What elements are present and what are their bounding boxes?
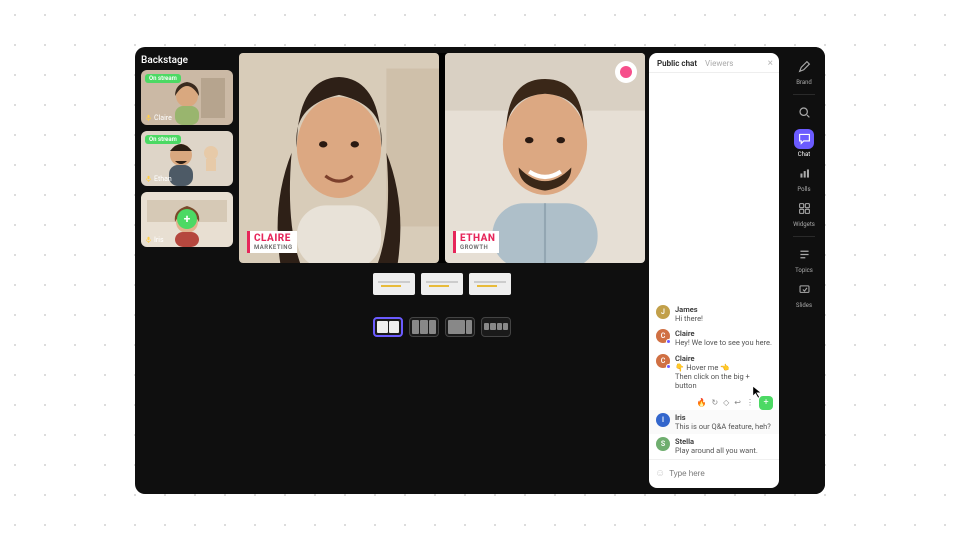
- backstage-name-label: Claire: [145, 114, 172, 122]
- chat-message[interactable]: C Claire 👇 Hover me 👈 Then click on the …: [649, 351, 779, 394]
- slides-icon: [794, 280, 814, 300]
- rail-polls[interactable]: Polls: [794, 164, 814, 193]
- message-text: Hi there!: [675, 314, 772, 323]
- lower-third: ETHAN GROWTH: [453, 231, 499, 253]
- video-tile-claire[interactable]: CLAIRE MARKETING: [239, 53, 439, 263]
- video-tile-ethan[interactable]: ETHAN GROWTH: [445, 53, 645, 263]
- lower-third-name: ETHAN: [460, 233, 495, 244]
- slide-thumb[interactable]: [421, 273, 463, 295]
- message-text: This is our Q&A feature, heh?: [675, 422, 772, 431]
- reaction-more-icon[interactable]: ⋮: [746, 398, 754, 407]
- avatar: S: [656, 437, 670, 451]
- lower-third-role: GROWTH: [460, 244, 495, 251]
- rail-search[interactable]: [794, 103, 814, 123]
- layout-split-3-button[interactable]: [409, 317, 439, 337]
- message-author: Claire: [675, 354, 772, 363]
- backstage-name-label: Ethan: [145, 175, 172, 183]
- avatar: J: [656, 305, 670, 319]
- lower-third-role: MARKETING: [254, 244, 293, 251]
- message-author: Iris: [675, 413, 772, 422]
- mic-icon: [145, 175, 152, 182]
- backstage-name-label: Iris: [145, 236, 164, 244]
- reaction-diamond-icon[interactable]: ◇: [723, 398, 729, 407]
- layout-picker: [239, 317, 645, 337]
- reaction-toolbar: 🔥 ↻ ◇ ↩ ⋮ +: [649, 394, 779, 410]
- chat-panel: Public chat Viewers × J James Hi there! …: [649, 53, 779, 488]
- lower-third-name: CLAIRE: [254, 233, 293, 244]
- chat-message[interactable]: S Stella Play around all you want.: [649, 434, 779, 458]
- chat-message[interactable]: J James Hi there!: [649, 302, 779, 326]
- slide-thumb[interactable]: [469, 273, 511, 295]
- brand-logo-icon: [615, 61, 637, 83]
- mic-icon: [145, 114, 152, 121]
- tab-viewers[interactable]: Viewers: [705, 59, 733, 68]
- tab-public-chat[interactable]: Public chat: [657, 59, 697, 68]
- backstage-thumb-claire[interactable]: On stream Claire: [141, 70, 233, 125]
- close-icon[interactable]: ×: [768, 58, 773, 69]
- rail-separator: [793, 94, 815, 95]
- rail-slides[interactable]: Slides: [794, 280, 814, 309]
- chat-message[interactable]: C Claire Hey! We love to see you here.: [649, 326, 779, 350]
- chat-message[interactable]: I Iris This is our Q&A feature, heh?: [649, 410, 779, 434]
- avatar: C: [656, 329, 670, 343]
- backstage-thumb-ethan[interactable]: On stream Ethan: [141, 131, 233, 186]
- backstage-panel: Backstage On stream Claire: [135, 47, 239, 494]
- rail-topics[interactable]: Topics: [794, 245, 814, 274]
- message-text: Play around all you want.: [675, 446, 772, 455]
- rail-brand[interactable]: Brand: [794, 57, 814, 86]
- slide-thumbnails: [239, 273, 645, 295]
- layout-split-2-button[interactable]: [373, 317, 403, 337]
- app-window: Backstage On stream Claire: [135, 47, 825, 494]
- message-text: 👇 Hover me 👈 Then click on the big + but…: [675, 363, 772, 391]
- video-grid: CLAIRE MARKETING: [239, 53, 645, 263]
- presenter-dot-icon: [666, 364, 671, 369]
- search-icon: [794, 103, 814, 123]
- chat-messages: J James Hi there! C Claire Hey! We love …: [649, 73, 779, 459]
- message-author: James: [675, 305, 772, 314]
- reaction-repeat-icon[interactable]: ↻: [711, 398, 718, 407]
- avatar: I: [656, 413, 670, 427]
- chat-input-row: ☺: [649, 459, 779, 488]
- avatar: C: [656, 354, 670, 368]
- reaction-fire-icon[interactable]: 🔥: [696, 398, 706, 407]
- lower-third: CLAIRE MARKETING: [247, 231, 297, 253]
- message-text: Hey! We love to see you here.: [675, 338, 772, 347]
- pen-icon: [794, 57, 814, 77]
- slide-thumb[interactable]: [373, 273, 415, 295]
- polls-icon: [794, 164, 814, 184]
- backstage-thumb-iris[interactable]: + Iris: [141, 192, 233, 247]
- chat-input[interactable]: [669, 469, 779, 478]
- rail-separator: [793, 236, 815, 237]
- add-participant-button[interactable]: +: [177, 209, 197, 229]
- layout-grid-button[interactable]: [481, 317, 511, 337]
- backstage-title: Backstage: [141, 55, 233, 66]
- reaction-reply-icon[interactable]: ↩: [734, 398, 741, 407]
- side-rail: Brand Chat Polls Widgets Topics Slides: [783, 47, 825, 494]
- rail-chat[interactable]: Chat: [794, 129, 814, 158]
- emoji-picker-icon[interactable]: ☺: [655, 468, 665, 479]
- message-author: Stella: [675, 437, 772, 446]
- stage-area: CLAIRE MARKETING: [239, 47, 649, 494]
- widgets-icon: [794, 199, 814, 219]
- topics-icon: [794, 245, 814, 265]
- chat-tabs: Public chat Viewers ×: [649, 53, 779, 73]
- on-stream-badge: On stream: [145, 74, 181, 83]
- layout-pip-button[interactable]: [445, 317, 475, 337]
- chat-icon: [794, 129, 814, 149]
- message-author: Claire: [675, 329, 772, 338]
- mic-icon: [145, 236, 152, 243]
- add-reaction-button[interactable]: +: [759, 396, 773, 410]
- on-stream-badge: On stream: [145, 135, 181, 144]
- rail-widgets[interactable]: Widgets: [793, 199, 815, 228]
- presenter-dot-icon: [666, 339, 671, 344]
